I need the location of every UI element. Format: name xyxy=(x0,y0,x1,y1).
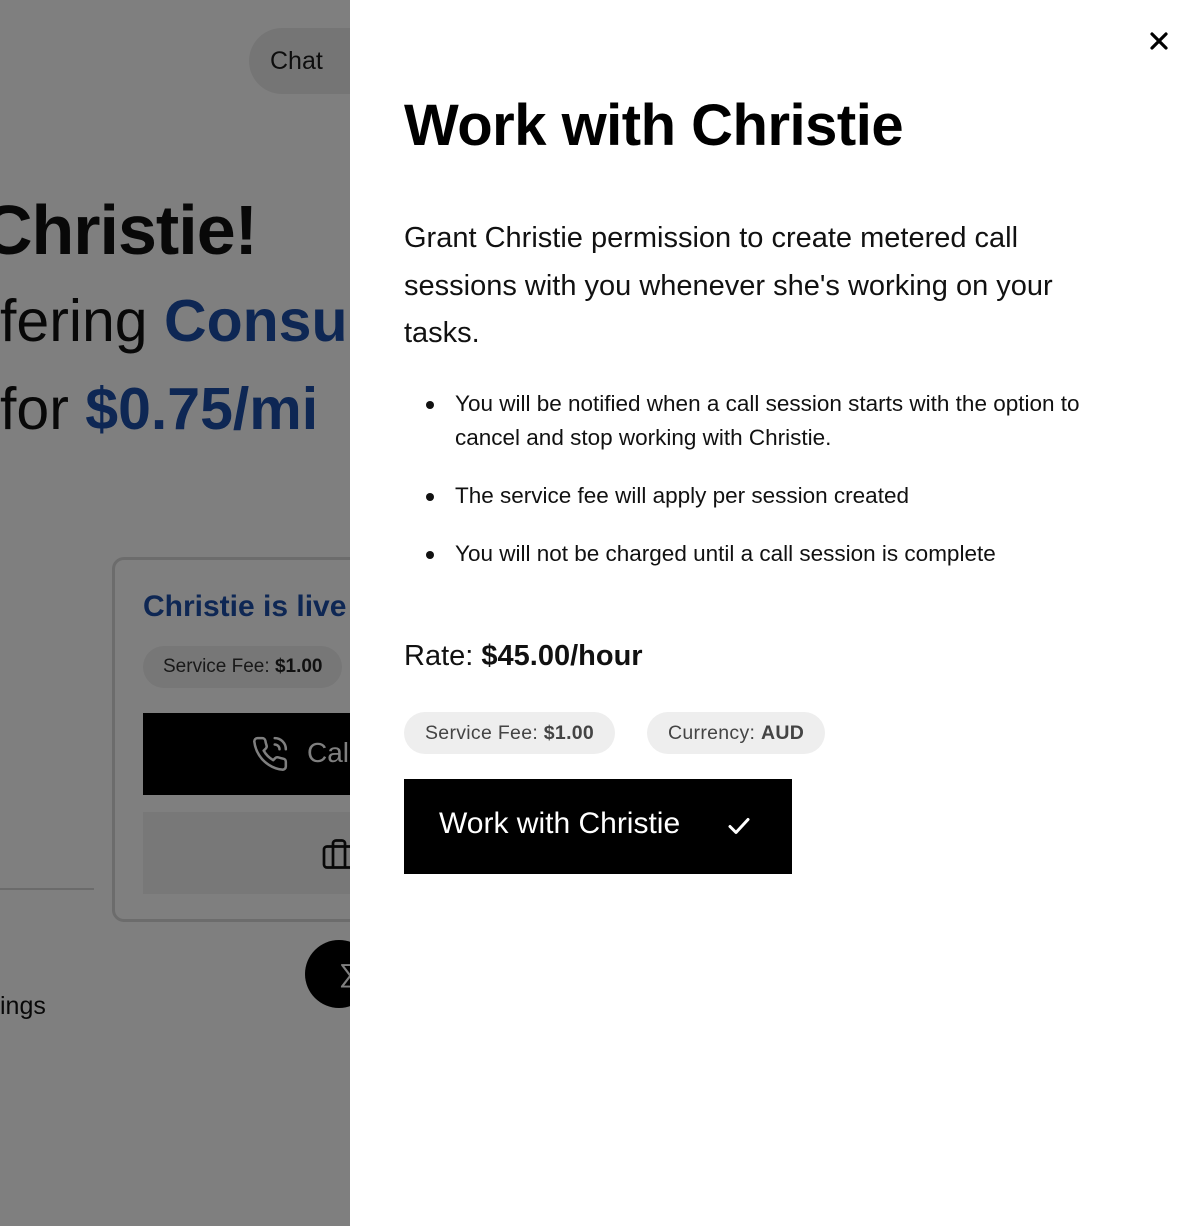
list-item: The service fee will apply per session c… xyxy=(404,479,1144,513)
work-with-button[interactable]: Work with Christie xyxy=(404,779,792,874)
rate-line: Rate: $45.00/hour xyxy=(404,640,643,673)
close-button[interactable] xyxy=(1144,26,1174,56)
list-item: You will not be charged until a call ses… xyxy=(404,537,1144,571)
drawer-title: Work with Christie xyxy=(404,93,904,158)
currency-badge: Currency: AUD xyxy=(647,712,826,754)
bullet-icon xyxy=(426,401,434,409)
bullet-text: You will not be charged until a call ses… xyxy=(455,541,996,566)
rate-label: Rate: xyxy=(404,640,474,672)
bullet-text: You will be notified when a call session… xyxy=(455,391,1080,450)
list-item: You will be notified when a call session… xyxy=(404,387,1144,455)
modal-backdrop[interactable] xyxy=(0,0,350,1226)
close-icon xyxy=(1150,32,1168,50)
check-icon xyxy=(728,818,750,834)
service-fee-value: $1.00 xyxy=(543,722,595,744)
service-fee-badge: Service Fee: $1.00 xyxy=(404,712,616,754)
bullet-text: The service fee will apply per session c… xyxy=(455,483,909,508)
drawer-description: Grant Christie permission to create mete… xyxy=(404,222,1053,349)
work-with-drawer: Work with Christie Grant Christie permis… xyxy=(350,0,1200,1226)
currency-value: AUD xyxy=(760,722,805,744)
bullet-icon xyxy=(426,551,434,559)
bullet-icon xyxy=(426,493,434,501)
rate-value: $45.00/hour xyxy=(481,640,643,672)
service-fee-label: Service Fee: xyxy=(425,722,539,744)
currency-label: Currency: xyxy=(668,722,756,744)
work-with-button-label: Work with Christie xyxy=(439,807,681,840)
terms-list: You will be notified when a call session… xyxy=(404,387,1144,595)
